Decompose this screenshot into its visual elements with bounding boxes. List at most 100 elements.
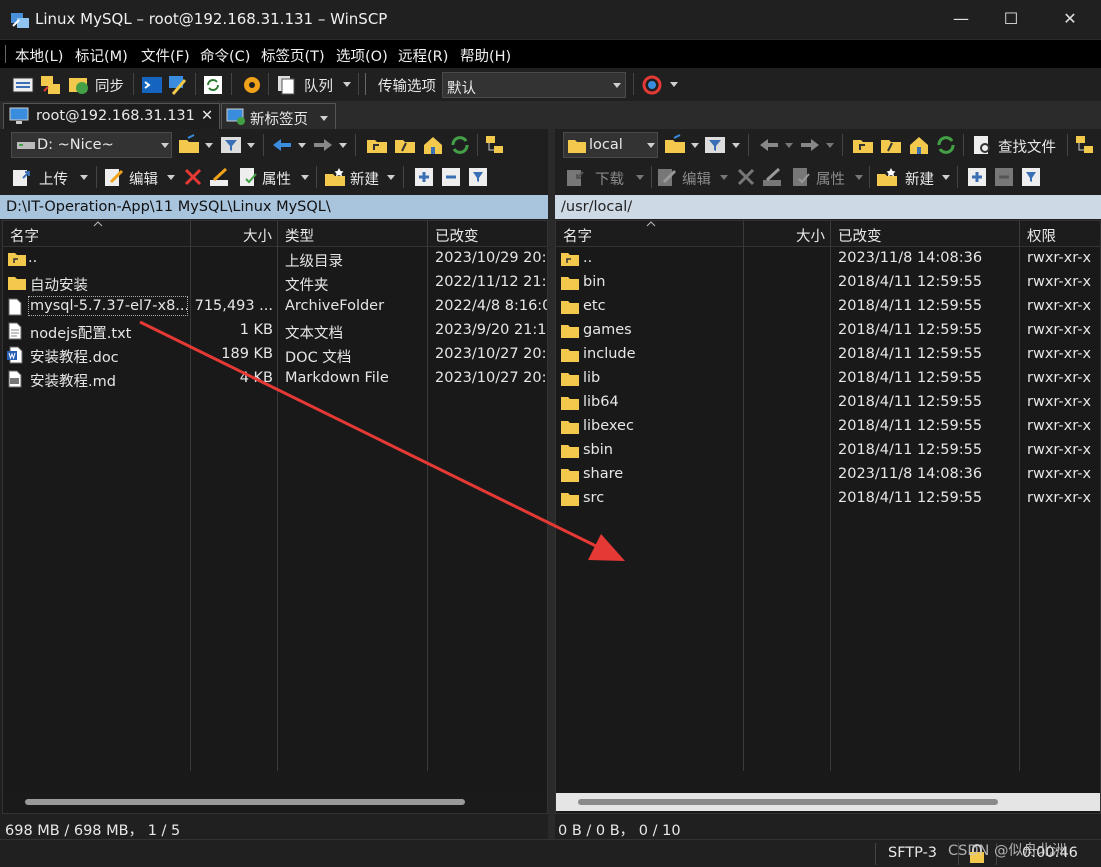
right-header-changed[interactable]: 已改变 [838, 225, 882, 246]
left-filter-select-icon[interactable] [467, 166, 489, 188]
tab-new-caret[interactable] [320, 116, 328, 121]
right-forward-caret[interactable] [826, 143, 834, 148]
left-refresh-icon[interactable] [449, 134, 471, 156]
right-back-caret[interactable] [785, 143, 793, 148]
list-item[interactable]: etc 2018/4/11 12:59:55 rwxr-xr-x [556, 295, 1100, 319]
right-parent-directory-icon[interactable] [852, 134, 874, 156]
synchronize-label[interactable]: 同步 [95, 75, 124, 96]
queue-icon[interactable] [275, 74, 297, 96]
left-select-plus-icon[interactable] [413, 166, 435, 188]
left-open-directory-icon[interactable] [178, 134, 200, 156]
right-new-label[interactable]: 新建 [905, 168, 934, 189]
console-icon[interactable] [141, 74, 163, 96]
find-files-icon[interactable] [971, 134, 993, 156]
list-item[interactable]: share 2023/11/8 14:08:36 rwxr-xr-x [556, 463, 1100, 487]
right-new-icon[interactable] [876, 166, 898, 188]
left-edit-label[interactable]: 编辑 [129, 168, 158, 189]
right-rename-icon[interactable] [761, 166, 783, 188]
right-path-bar[interactable]: /usr/local/ [555, 195, 1101, 219]
left-edit-caret[interactable] [167, 175, 175, 180]
list-item[interactable]: lib64 2018/4/11 12:59:55 rwxr-xr-x [556, 391, 1100, 415]
queue-label[interactable]: 队列 [304, 75, 333, 96]
transfer-settings-icon[interactable] [641, 74, 663, 96]
download-caret[interactable] [636, 175, 644, 180]
left-header-changed[interactable]: 已改变 [435, 225, 479, 246]
tab-session[interactable]: root@192.168.31.131 ✕ [3, 103, 220, 129]
left-header-type[interactable]: 类型 [285, 225, 314, 246]
list-item[interactable]: lib 2018/4/11 12:59:55 rwxr-xr-x [556, 367, 1100, 391]
right-forward-icon[interactable] [799, 134, 821, 156]
right-filter-select-icon[interactable] [1020, 166, 1042, 188]
left-scroll-thumb[interactable] [25, 799, 465, 805]
download-label[interactable]: 下载 [595, 168, 624, 189]
list-item[interactable]: sbin 2018/4/11 12:59:55 rwxr-xr-x [556, 439, 1100, 463]
left-filter-icon[interactable] [220, 134, 242, 156]
left-back-caret[interactable] [298, 143, 306, 148]
list-item[interactable]: 自动安装 文件夹 2022/11/12 21: [3, 271, 547, 295]
left-open-directory-caret[interactable] [205, 143, 213, 148]
right-edit-caret[interactable] [720, 175, 728, 180]
upload-icon[interactable] [11, 166, 33, 188]
list-item[interactable]: src 2018/4/11 12:59:55 rwxr-xr-x [556, 487, 1100, 511]
refresh-all-icon[interactable] [202, 74, 224, 96]
left-select-minus-icon[interactable] [440, 166, 462, 188]
left-new-caret[interactable] [387, 175, 395, 180]
panel-splitter[interactable] [548, 129, 555, 839]
left-delete-icon[interactable] [182, 166, 204, 188]
menu-options[interactable]: 选项(O) [336, 45, 388, 66]
menu-local[interactable]: 本地(L) [15, 45, 63, 66]
synchronize-browsing-icon[interactable] [40, 74, 62, 96]
tab-close-icon[interactable]: ✕ [201, 108, 213, 124]
left-tree-icon[interactable] [484, 134, 506, 156]
list-item[interactable]: games 2018/4/11 12:59:55 rwxr-xr-x [556, 319, 1100, 343]
menu-file[interactable]: 文件(F) [141, 45, 190, 66]
left-home-icon[interactable] [422, 134, 444, 156]
menu-tabs[interactable]: 标签页(T) [261, 45, 325, 66]
left-drive-select[interactable]: D: ~Nice~ [11, 132, 172, 158]
list-item[interactable]: include 2018/4/11 12:59:55 rwxr-xr-x [556, 343, 1100, 367]
left-horizontal-scrollbar[interactable] [3, 793, 547, 811]
download-icon[interactable] [565, 166, 587, 188]
list-item[interactable]: bin 2018/4/11 12:59:55 rwxr-xr-x [556, 271, 1100, 295]
left-drive-caret[interactable] [161, 143, 169, 148]
menu-mark[interactable]: 标记(M) [75, 45, 128, 66]
putty-icon[interactable] [167, 74, 189, 96]
right-open-directory-caret[interactable] [691, 143, 699, 148]
left-properties-icon[interactable] [237, 166, 259, 188]
upload-caret[interactable] [80, 175, 88, 180]
left-forward-caret[interactable] [339, 143, 347, 148]
right-home-icon[interactable] [908, 134, 930, 156]
right-delete-icon[interactable] [735, 166, 757, 188]
list-item[interactable]: 安装教程.md 4 KB Markdown File 2023/10/27 20… [3, 367, 547, 391]
maximize-button[interactable]: ☐ [986, 0, 1036, 40]
right-root-directory-icon[interactable] [880, 134, 902, 156]
right-filter-caret[interactable] [732, 143, 740, 148]
right-tree-icon[interactable] [1074, 134, 1096, 156]
left-parent-directory-icon[interactable] [366, 134, 388, 156]
queue-dropdown-caret[interactable] [343, 82, 351, 87]
right-horizontal-scrollbar[interactable] [556, 793, 1100, 811]
left-header-size[interactable]: 大小 [243, 225, 272, 246]
right-back-icon[interactable] [758, 134, 780, 156]
transfer-preset-select[interactable]: 默认 [442, 72, 626, 98]
right-filter-icon[interactable] [704, 134, 726, 156]
right-properties-icon[interactable] [790, 166, 812, 188]
menu-commands[interactable]: 命令(C) [200, 45, 250, 66]
left-root-directory-icon[interactable] [394, 134, 416, 156]
left-rename-icon[interactable] [208, 166, 230, 188]
list-item[interactable]: mysql-5.7.37-el7-x8... 715,493 ... Archi… [3, 295, 547, 319]
left-properties-caret[interactable] [301, 175, 309, 180]
list-item[interactable]: libexec 2018/4/11 12:59:55 rwxr-xr-x [556, 415, 1100, 439]
right-select-minus-icon[interactable] [993, 166, 1015, 188]
right-scroll-thumb[interactable] [578, 799, 998, 805]
right-properties-caret[interactable] [855, 175, 863, 180]
right-edit-icon[interactable] [656, 166, 678, 188]
right-open-directory-icon[interactable] [664, 134, 686, 156]
find-files-label[interactable]: 查找文件 [998, 136, 1056, 157]
list-item[interactable]: 安装教程.doc 189 KB DOC 文档 2023/10/27 20: [3, 343, 547, 367]
left-path-bar[interactable]: D:\IT-Operation-App\11 MySQL\Linux MySQL… [0, 195, 548, 219]
right-new-caret[interactable] [942, 175, 950, 180]
list-item[interactable]: nodejs配置.txt 1 KB 文本文档 2023/9/20 21:1 [3, 319, 547, 343]
transfer-preset-caret[interactable] [613, 83, 621, 88]
right-header-rights[interactable]: 权限 [1027, 225, 1056, 246]
